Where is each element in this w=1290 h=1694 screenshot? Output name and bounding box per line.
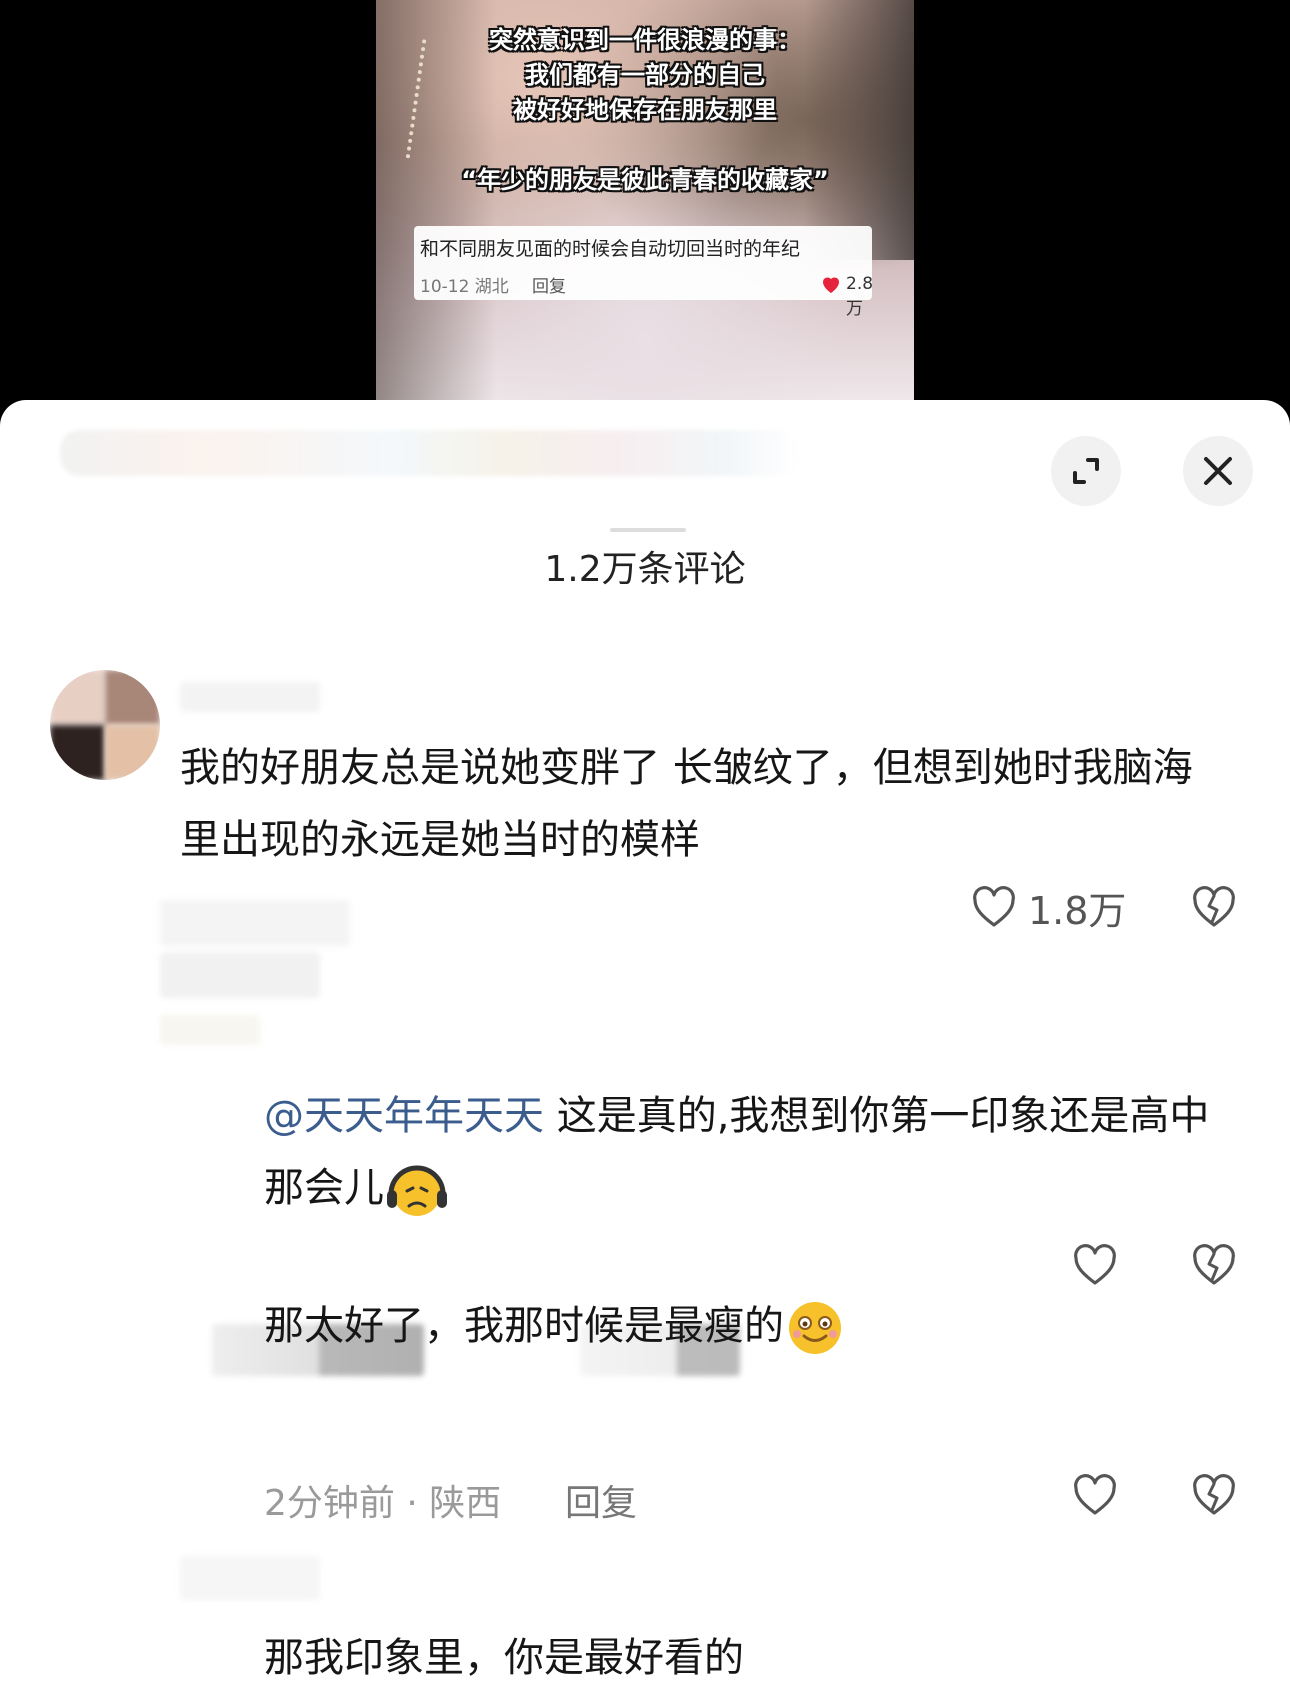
reply-meta: 2分钟前 · 陕西 bbox=[264, 1483, 502, 1524]
like-button[interactable]: 1.8万 bbox=[970, 880, 1126, 935]
heart-filled-icon bbox=[823, 277, 839, 293]
avatar-pixel bbox=[105, 725, 160, 780]
reply-text: 那太好了，我那时候是最瘦的 bbox=[264, 1290, 1244, 1362]
heart-icon bbox=[973, 885, 1015, 927]
reply-text: @天天年年天天 这是真的,我想到你第一印象还是高中那会儿 bbox=[264, 1080, 1244, 1224]
avatar-pixel bbox=[50, 670, 105, 725]
comment-count-title: 1.2万条评论 bbox=[544, 549, 746, 590]
close-button[interactable] bbox=[1183, 436, 1253, 506]
video-caption-line: 突然意识到一件很浪漫的事： bbox=[489, 26, 801, 54]
embedded-comment-meta: 10-12 湖北 bbox=[420, 277, 509, 297]
video-frame: 突然意识到一件很浪漫的事： 我们都有一部分的自己 被好好地保存在朋友那里 “年少… bbox=[376, 0, 914, 400]
blurred-reply-header bbox=[160, 900, 350, 946]
broken-heart-icon[interactable] bbox=[1190, 1472, 1238, 1520]
expand-button[interactable] bbox=[1051, 436, 1121, 506]
embedded-comment-text: 和不同朋友见面的时候会自动切回当时的年纪 bbox=[420, 238, 801, 260]
avatar[interactable] bbox=[50, 670, 160, 780]
reply-text: 那我印象里，你是最好看的 bbox=[264, 1635, 744, 1681]
broken-heart-icon[interactable] bbox=[1190, 884, 1238, 932]
blurred-username bbox=[180, 1556, 320, 1600]
drag-handle[interactable] bbox=[610, 528, 686, 532]
like-count: 1.8万 bbox=[1028, 889, 1127, 933]
video-caption-line: 被好好地保存在朋友那里 bbox=[513, 96, 777, 124]
avatar-pixel bbox=[50, 725, 105, 780]
broken-heart-icon[interactable] bbox=[1190, 1242, 1238, 1290]
reply-button[interactable]: 回复 bbox=[565, 1474, 637, 1526]
expand-icon bbox=[1073, 458, 1099, 484]
blurred-header-content bbox=[60, 430, 800, 476]
close-icon bbox=[1204, 457, 1232, 485]
reply-text-body: 那太好了，我那时候是最瘦的 bbox=[264, 1303, 784, 1349]
avatar-pixel bbox=[105, 670, 160, 725]
comment-sheet: 1.2万条评论 我的好朋友总是说她变胖了 长皱纹了，但想到她时我脑海里出现的永远… bbox=[0, 400, 1290, 1694]
embedded-comment-card: 和不同朋友见面的时候会自动切回当时的年纪 10-12 湖北 回复 2.8万 bbox=[414, 226, 873, 319]
blurred-reply-header bbox=[160, 952, 320, 998]
video-caption-line: 我们都有一部分的自己 bbox=[525, 61, 765, 89]
mention-link[interactable]: @天天年年天天 bbox=[264, 1093, 544, 1139]
video-caption-line: “年少的朋友是彼此青春的收藏家” bbox=[461, 166, 829, 194]
emoji-smile-icon bbox=[789, 1302, 841, 1354]
emoji-sad-icon bbox=[387, 1165, 447, 1216]
blurred-username bbox=[180, 682, 320, 712]
embedded-comment-reply: 回复 bbox=[532, 277, 566, 297]
like-outline-icon[interactable] bbox=[1071, 1472, 1119, 1520]
video-player[interactable]: 突然意识到一件很浪漫的事： 我们都有一部分的自己 被好好地保存在朋友那里 “年少… bbox=[0, 0, 1290, 400]
blurred-reply-header bbox=[160, 1015, 260, 1045]
like-outline-icon[interactable] bbox=[1071, 1242, 1119, 1290]
embedded-comment-likes: 2.8万 bbox=[846, 274, 874, 319]
comment-text: 我的好朋友总是说她变胖了 长皱纹了，但想到她时我脑海里出现的永远是她当时的模样 bbox=[180, 745, 1193, 863]
